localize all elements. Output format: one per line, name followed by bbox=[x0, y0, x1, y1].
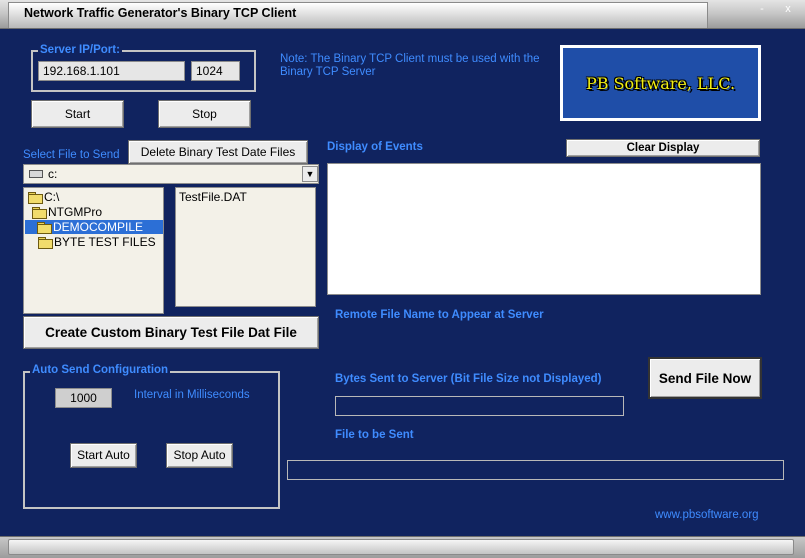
folder-item[interactable]: NTGMPro bbox=[32, 205, 102, 219]
remote-file-label: Remote File Name to Appear at Server bbox=[335, 309, 544, 321]
server-legend: Server IP/Port: bbox=[38, 44, 122, 56]
interval-label: Interval in Milliseconds bbox=[134, 389, 250, 401]
window-title: Network Traffic Generator's Binary TCP C… bbox=[24, 6, 297, 20]
bytes-sent-field bbox=[335, 396, 624, 416]
delete-test-files-button[interactable]: Delete Binary Test Date Files bbox=[128, 140, 308, 164]
chevron-down-icon[interactable]: ▼ bbox=[302, 166, 318, 182]
drive-icon bbox=[29, 170, 43, 178]
folder-icon bbox=[37, 221, 52, 234]
logo-text: PB Software, LLC. bbox=[585, 74, 736, 93]
server-port-field[interactable]: 1024 bbox=[191, 61, 240, 81]
drive-select[interactable]: c: ▼ bbox=[23, 164, 319, 184]
folder-icon bbox=[32, 206, 47, 219]
website-link[interactable]: www.pbsoftware.org bbox=[655, 509, 759, 521]
file-to-send-field bbox=[287, 460, 784, 480]
folder-icon bbox=[38, 236, 53, 249]
folder-tree[interactable]: C:\ NTGMPro DEMOCOMPILE BYTE TEST FILES bbox=[23, 187, 164, 314]
events-display[interactable] bbox=[327, 163, 761, 295]
start-button[interactable]: Start bbox=[31, 100, 124, 128]
bottom-tab bbox=[8, 539, 794, 555]
close-icon[interactable]: x bbox=[782, 3, 794, 15]
interval-field[interactable]: 1000 bbox=[55, 388, 112, 408]
server-note: Note: The Binary TCP Client must be used… bbox=[280, 53, 540, 78]
create-test-file-button[interactable]: Create Custom Binary Test File Dat File bbox=[23, 316, 319, 349]
minimize-icon[interactable]: - bbox=[756, 3, 768, 15]
company-logo: PB Software, LLC. bbox=[560, 45, 761, 121]
folder-label: C:\ bbox=[44, 190, 60, 204]
send-file-button[interactable]: Send File Now bbox=[648, 357, 762, 399]
folder-item-selected[interactable]: DEMOCOMPILE bbox=[25, 220, 163, 234]
folder-item[interactable]: BYTE TEST FILES bbox=[38, 235, 156, 249]
start-auto-button[interactable]: Start Auto bbox=[70, 443, 137, 468]
clear-display-button[interactable]: Clear Display bbox=[566, 139, 760, 157]
folder-item[interactable]: C:\ bbox=[28, 190, 59, 204]
bytes-sent-label: Bytes Sent to Server (Bit File Size not … bbox=[335, 373, 602, 385]
stop-button[interactable]: Stop bbox=[158, 100, 251, 128]
folder-label: DEMOCOMPILE bbox=[53, 220, 144, 234]
bottom-bar bbox=[0, 536, 805, 558]
file-list[interactable]: TestFile.DAT bbox=[175, 187, 316, 307]
select-file-label: Select File to Send bbox=[23, 149, 120, 161]
file-to-send-label: File to be Sent bbox=[335, 429, 414, 441]
file-list-item[interactable]: TestFile.DAT bbox=[179, 190, 247, 204]
server-ip-field[interactable]: 192.168.1.101 bbox=[38, 61, 185, 81]
drive-value: c: bbox=[48, 167, 58, 181]
folder-icon bbox=[28, 191, 43, 204]
events-label: Display of Events bbox=[327, 141, 423, 153]
folder-label: NTGMPro bbox=[48, 205, 102, 219]
auto-send-legend: Auto Send Configuration bbox=[30, 364, 171, 376]
folder-label: BYTE TEST FILES bbox=[54, 235, 156, 249]
stop-auto-button[interactable]: Stop Auto bbox=[166, 443, 233, 468]
title-bar[interactable]: Network Traffic Generator's Binary TCP C… bbox=[0, 0, 805, 29]
